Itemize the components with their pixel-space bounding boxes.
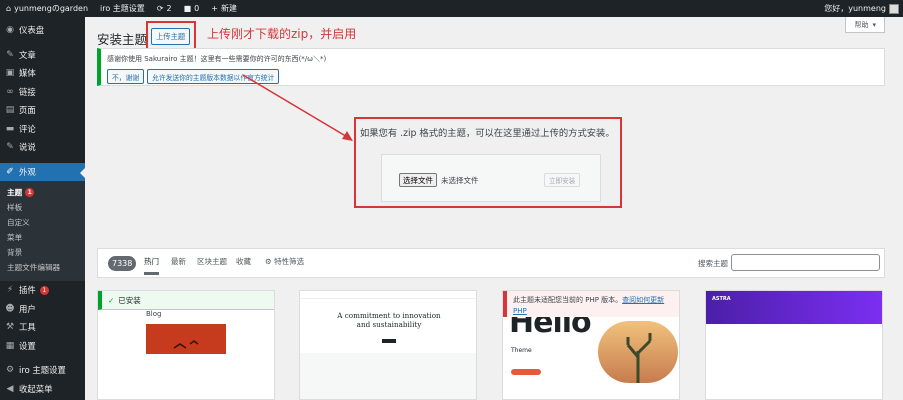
sidebar: ◉ 仪表盘 ✎ 文章 ▣ 媒体 ∞ 链接 ▤ 页面 ▬ 评论 ✎ 说说 ✐ 外观 主题 1 样板 … [0, 17, 85, 400]
theme-card[interactable]: ASTRA [705, 290, 883, 400]
install-now-button[interactable]: 立即安装 [544, 173, 581, 187]
menu-tools[interactable]: ⚒ 工具 [0, 318, 85, 337]
menu-settings[interactable]: ▦ 设置 [0, 337, 85, 356]
link-icon: ∞ [6, 86, 14, 97]
tab-latest[interactable]: 最新 [171, 256, 186, 275]
account-menu[interactable]: 您好，yunmeng [818, 0, 903, 17]
updates-link[interactable]: ⟳ 2 [151, 0, 178, 17]
gear-icon: ⚙ [265, 257, 272, 266]
update-badge: 1 [39, 285, 49, 295]
admin-bar: ⌂ yunmengのgarden iro 主题设置 ⟳ 2 ■ 0 + 新建 您好，yu… [0, 0, 903, 17]
php-warning: 此主题未适配您当前的 PHP 版本。查阅如何更新 PHP [503, 291, 679, 317]
media-icon: ▣ [5, 68, 15, 79]
no-file-label: 未选择文件 [441, 176, 479, 185]
submenu-patterns[interactable]: 样板 [0, 200, 85, 215]
menu-comments[interactable]: ▬ 评论 [0, 120, 85, 139]
submenu-theme-editor[interactable]: 主题文件编辑器 [0, 260, 85, 275]
submenu-customize[interactable]: 自定义 [0, 215, 85, 230]
theme-card[interactable]: A commitment to innovation and sustainab… [299, 290, 477, 400]
settings-icon: ▦ [5, 340, 15, 351]
card-image [300, 353, 476, 399]
birds-icon [173, 340, 199, 349]
submenu-themes[interactable]: 主题 1 [0, 185, 85, 200]
menu-shuoshuo[interactable]: ✎ 说说 [0, 138, 85, 157]
collapse-menu[interactable]: ◀ 收起菜单 [0, 380, 85, 399]
notice-text: 感谢你使用 Sakurairo 主题！这里有一些需要你的许可的东西(*/ω＼*) [107, 55, 327, 63]
wrench-icon: ⚒ [5, 322, 15, 333]
menu-links[interactable]: ∞ 链接 [0, 83, 85, 102]
menu-iro-settings[interactable]: ⚙ iro 主题设置 [0, 361, 85, 380]
menu-pages[interactable]: ▤ 页面 [0, 101, 85, 120]
pin-icon: ✎ [6, 142, 14, 153]
search-label: 搜索主题 [698, 259, 728, 268]
menu-posts[interactable]: ✎ 文章 [0, 46, 85, 65]
help-tab[interactable]: 帮助 ▾ [845, 17, 885, 33]
card-headline: A commitment to innovation and sustainab… [337, 311, 441, 329]
card-image [598, 321, 678, 383]
user-icon: ☻ [5, 303, 15, 314]
card-cta [511, 369, 541, 375]
avatar [889, 3, 899, 14]
allow-stats-button[interactable]: 允许发送你的主题版本数据以作官方统计 [147, 69, 280, 84]
submenu-menus[interactable]: 菜单 [0, 230, 85, 245]
theme-filter-bar: 7338 热门 最新 区块主题 收藏 ⚙ 特性筛选 搜索主题 [97, 248, 885, 278]
page-icon: ▤ [5, 105, 15, 116]
theme-card[interactable]: ✓ 已安装 Blog [97, 290, 275, 400]
card-theme-label: Theme [511, 347, 532, 354]
joshua-tree-icon [626, 333, 652, 383]
theme-settings-link[interactable]: iro 主题设置 [94, 0, 151, 17]
menu-appearance[interactable]: ✐ 外观 [0, 162, 85, 181]
submenu-background[interactable]: 背景 [0, 245, 85, 260]
consent-notice: 感谢你使用 Sakurairo 主题！这里有一些需要你的许可的东西(*/ω＼*)… [97, 48, 885, 86]
card-nav [300, 291, 476, 299]
tab-favorites[interactable]: 收藏 [236, 256, 251, 275]
card-image [706, 291, 882, 324]
pin-icon: ✎ [6, 49, 14, 60]
search-input[interactable] [731, 254, 880, 271]
plus-icon: + [211, 4, 218, 13]
upload-form: 选择文件 未选择文件 立即安装 [381, 154, 601, 202]
comments-link[interactable]: ■ 0 [178, 0, 206, 17]
feature-filter[interactable]: ⚙ 特性筛选 [265, 256, 304, 275]
refresh-icon: ⟳ [156, 4, 164, 13]
menu-dashboard[interactable]: ◉ 仪表盘 [0, 21, 85, 40]
new-link[interactable]: + 新建 [205, 0, 243, 17]
menu-plugins[interactable]: ⚡ 插件 1 [0, 281, 85, 300]
caret-down-icon: ▾ [872, 20, 876, 29]
menu-media[interactable]: ▣ 媒体 [0, 64, 85, 83]
menu-users[interactable]: ☻ 用户 [0, 300, 85, 319]
update-badge: 1 [25, 188, 35, 197]
comment-icon: ■ [183, 4, 192, 13]
appearance-submenu: 主题 1 样板 自定义 菜单 背景 主题文件编辑器 [0, 181, 85, 281]
collapse-icon: ◀ [6, 383, 14, 394]
card-image [146, 324, 226, 354]
annotation-text: 上传刚才下载的zip，并启用 [207, 27, 357, 41]
deny-button[interactable]: 不，谢谢 [107, 69, 145, 84]
upload-help-text: 如果您有 .zip 格式的主题，可以在这里通过上传的方式安装。 [360, 128, 615, 139]
installed-badge: ✓ 已安装 [98, 291, 274, 310]
astra-logo: ASTRA [712, 296, 731, 302]
main-content: 帮助 ▾ 安装主题 上传主题 上传刚才下载的zip，并启用 感谢你使用 Sakur… [85, 17, 903, 400]
check-icon: ✓ [108, 295, 115, 305]
plugin-icon: ⚡ [6, 285, 14, 296]
comment-icon: ▬ [5, 123, 15, 134]
page-title: 安装主题 [97, 32, 148, 47]
gear-icon: ⚙ [5, 365, 15, 376]
choose-file-button[interactable]: 选择文件 [399, 173, 437, 187]
card-cta [382, 339, 396, 343]
tab-block-themes[interactable]: 区块主题 [197, 256, 227, 275]
dashboard-icon: ◉ [6, 25, 14, 36]
theme-card[interactable]: Hello Theme 此主题未适配您当前的 PHP 版本。查阅如何更新 PHP [502, 290, 680, 400]
theme-count: 7338 [108, 256, 137, 271]
brush-icon: ✐ [6, 166, 14, 177]
card-blog-text: Blog [146, 310, 162, 318]
site-link[interactable]: ⌂ yunmengのgarden [0, 0, 94, 17]
tab-popular[interactable]: 热门 [144, 256, 159, 275]
home-icon: ⌂ [6, 4, 12, 13]
